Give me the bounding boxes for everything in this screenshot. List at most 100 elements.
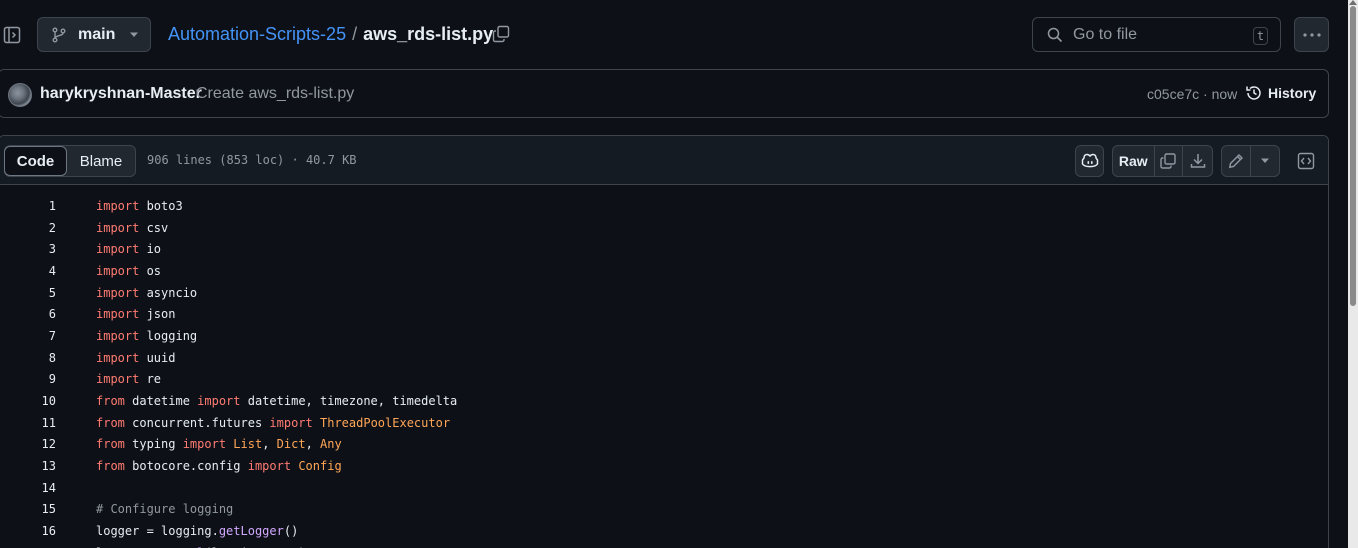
line-number[interactable]: 16 — [0, 524, 56, 538]
edit-file-button[interactable] — [1222, 146, 1252, 176]
raw-button[interactable]: Raw — [1113, 146, 1155, 176]
code-line: 9 import re — [0, 369, 1328, 391]
go-to-file-placeholder: Go to file — [1073, 25, 1138, 43]
line-number[interactable]: 6 — [0, 307, 56, 321]
commit-message[interactable]: Create aws_rds-list.py — [196, 85, 354, 103]
view-mode-toggle: Code Blame — [4, 145, 136, 177]
code-token: () — [283, 524, 299, 539]
branch-name: main — [78, 25, 116, 43]
more-options-button[interactable] — [1294, 17, 1329, 52]
file-name: aws_rds-list.py — [363, 24, 494, 44]
code-token: import — [96, 198, 140, 213]
code-token: logger = logging. — [96, 524, 219, 539]
code-line: 13 from botocore.config import Config — [0, 455, 1328, 477]
code-token: import — [96, 285, 140, 300]
line-source: import uuid — [96, 351, 175, 365]
search-icon — [1047, 27, 1063, 43]
kebab-horizontal-icon — [1302, 32, 1321, 37]
line-number[interactable]: 5 — [0, 286, 56, 300]
chevron-down-icon — [129, 32, 139, 38]
line-number[interactable]: 7 — [0, 329, 56, 343]
code-token: csv — [139, 220, 169, 235]
line-number[interactable]: 15 — [0, 502, 56, 516]
code-token: ThreadPoolExecutor — [320, 415, 451, 430]
code-token: json — [139, 307, 176, 322]
copy-path-icon[interactable] — [492, 25, 510, 43]
code-token: , — [305, 437, 321, 452]
code-token: import — [96, 242, 140, 257]
code-line: 1 import boto3 — [0, 195, 1328, 217]
code-token: import — [182, 437, 227, 452]
copy-raw-button[interactable] — [1155, 146, 1184, 176]
line-number[interactable]: 13 — [0, 459, 56, 473]
code-token: concurrent.futures — [124, 415, 270, 430]
code-token: import — [96, 220, 140, 235]
edit-more-options-button[interactable] — [1251, 146, 1279, 176]
line-number[interactable]: 14 — [0, 481, 56, 495]
history-icon — [1245, 84, 1263, 102]
go-to-file-input[interactable]: Go to file t — [1032, 17, 1281, 52]
repo-link[interactable]: Automation-Scripts-25 — [168, 24, 346, 45]
branch-selector-button[interactable]: main — [37, 17, 151, 52]
code-token: uuid — [139, 350, 176, 365]
line-number[interactable]: 10 — [0, 394, 56, 408]
symbols-panel-button[interactable] — [1291, 145, 1320, 177]
code-line: 14 — [0, 477, 1328, 499]
code-token: import — [197, 394, 241, 409]
code-token: boto3 — [139, 198, 183, 213]
code-lines: 1 import boto3 2 import csv 3 import io 4 impor… — [0, 195, 1328, 548]
code-line: 17logger.setLevel(logging.INFO) — [0, 542, 1328, 548]
line-number[interactable]: 2 — [0, 221, 56, 235]
commit-sha-time[interactable]: c05ce7c · now — [1147, 86, 1237, 102]
line-source: import re — [96, 372, 161, 386]
breadcrumb-separator: / — [352, 24, 358, 44]
line-source: # Configure logging — [96, 502, 233, 516]
git-branch-icon — [52, 27, 66, 43]
copilot-button[interactable] — [1075, 145, 1104, 177]
breadcrumb: Automation-Scripts-25 / aws_rds-list.py — [168, 24, 493, 45]
code-token: typing — [124, 437, 183, 452]
tab-code[interactable]: Code — [4, 146, 67, 176]
code-line: 12 from typing import List, Dict, Any — [0, 434, 1328, 456]
line-source: import boto3 — [96, 199, 183, 213]
code-line: 3 import io — [0, 238, 1328, 260]
avatar[interactable] — [8, 83, 32, 107]
code-token: from — [96, 415, 125, 430]
line-number[interactable]: 4 — [0, 264, 56, 278]
line-number[interactable]: 1 — [0, 199, 56, 213]
line-number[interactable]: 12 — [0, 437, 56, 451]
sidebar-expand-icon[interactable] — [2, 25, 22, 45]
history-label: History — [1268, 85, 1317, 101]
scrollbar-thumb[interactable] — [1350, 6, 1356, 306]
code-token: botocore.config — [124, 459, 248, 474]
history-button[interactable]: History — [1245, 84, 1316, 102]
line-number[interactable]: 9 — [0, 372, 56, 386]
line-number[interactable]: 8 — [0, 351, 56, 365]
line-source: from typing import List, Dict, Any — [96, 437, 342, 451]
scroll-up-arrow-icon[interactable] — [1349, 0, 1357, 5]
code-token: import — [247, 459, 292, 474]
page-scrollbar[interactable] — [1348, 0, 1358, 548]
line-source: from botocore.config import Config — [96, 459, 342, 473]
commit-author[interactable]: harykryshnan-Master — [40, 85, 202, 103]
code-token: logging — [139, 328, 198, 343]
code-square-icon — [1297, 152, 1315, 170]
line-number[interactable]: 11 — [0, 416, 56, 430]
download-raw-button[interactable] — [1183, 146, 1212, 176]
line-number[interactable]: 3 — [0, 242, 56, 256]
pencil-icon — [1228, 153, 1244, 169]
keyboard-shortcut-hint: t — [1253, 27, 1268, 45]
line-source: from datetime import datetime, timezone,… — [96, 394, 457, 408]
tab-blame[interactable]: Blame — [67, 146, 135, 176]
code-token: datetime — [124, 394, 198, 409]
line-source: import asyncio — [96, 286, 197, 300]
code-token: from — [96, 459, 125, 474]
copilot-icon — [1080, 152, 1100, 170]
edit-actions-group — [1221, 145, 1280, 177]
line-source: import io — [96, 242, 161, 256]
file-info: 906 lines (853 loc) · 40.7 KB — [147, 153, 357, 167]
line-source: import csv — [96, 221, 168, 235]
code-line: 8 import uuid — [0, 347, 1328, 369]
line-source: import logging — [96, 329, 197, 343]
